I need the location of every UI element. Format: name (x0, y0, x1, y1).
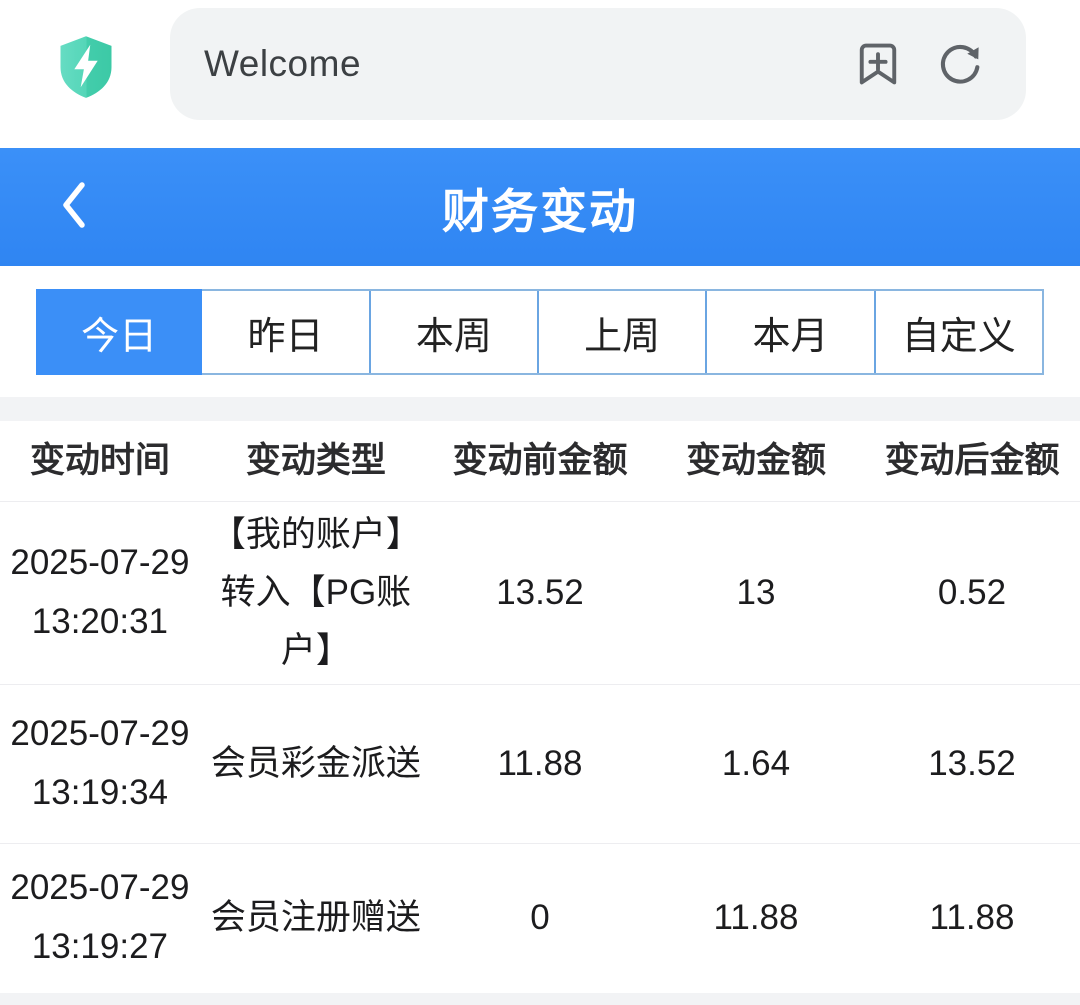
tab-this-week[interactable]: 本周 (371, 291, 539, 373)
tab-last-week[interactable]: 上周 (539, 291, 707, 373)
bookmark-add-icon[interactable] (852, 38, 904, 90)
tab-today[interactable]: 今日 (36, 289, 202, 375)
cell-amount-after: 11.88 (864, 889, 1080, 947)
cell-amount-before: 13.52 (432, 564, 648, 622)
table-header-row: 变动时间 变动类型 变动前金额 变动金额 变动后金额 (0, 421, 1080, 502)
back-button[interactable] (44, 148, 104, 266)
table-row: 2025-07-29 13:19:27 会员注册赠送 0 11.88 11.88 (0, 844, 1080, 992)
cell-change-time: 2025-07-29 13:19:34 (0, 705, 200, 823)
cell-amount-before: 0 (432, 889, 648, 947)
cell-change-amount: 13 (648, 564, 864, 622)
tab-this-month[interactable]: 本月 (707, 291, 875, 373)
col-header-change-time: 变动时间 (0, 432, 200, 490)
bottom-divider (0, 993, 1080, 1005)
browser-top-bar: Welcome (0, 0, 1080, 148)
finance-table: 变动时间 变动类型 变动前金额 变动金额 变动后金额 2025-07-29 13… (0, 421, 1080, 992)
address-bar-text: Welcome (204, 43, 852, 85)
tab-custom[interactable]: 自定义 (876, 291, 1042, 373)
cell-time: 13:20:31 (6, 593, 194, 652)
col-header-change-type: 变动类型 (200, 432, 432, 490)
cell-amount-after: 13.52 (864, 735, 1080, 793)
table-row: 2025-07-29 13:19:34 会员彩金派送 11.88 1.64 13… (0, 685, 1080, 844)
cell-date: 2025-07-29 (6, 534, 194, 593)
tabbar-wrap: 今日 昨日 本周 上周 本月 自定义 (0, 266, 1080, 397)
tab-yesterday[interactable]: 昨日 (202, 291, 370, 373)
refresh-icon[interactable] (934, 38, 986, 90)
cell-change-amount: 1.64 (648, 735, 864, 793)
cell-change-time: 2025-07-29 13:19:27 (0, 859, 200, 977)
col-header-change-amount: 变动金额 (648, 432, 864, 490)
cell-date: 2025-07-29 (6, 705, 194, 764)
cell-amount-after: 0.52 (864, 564, 1080, 622)
chevron-left-icon (56, 179, 92, 236)
cell-change-type: 会员注册赠送 (200, 889, 432, 947)
cell-change-time: 2025-07-29 13:20:31 (0, 534, 200, 652)
shield-lightning-icon (52, 30, 120, 102)
cell-time: 13:19:34 (6, 764, 194, 823)
table-row: 2025-07-29 13:20:31 【我的账户】转入【PG账户】 13.52… (0, 502, 1080, 685)
date-range-tabs: 今日 昨日 本周 上周 本月 自定义 (36, 289, 1044, 375)
cell-time: 13:19:27 (6, 918, 194, 977)
cell-change-type: 会员彩金派送 (200, 735, 432, 793)
col-header-amount-before: 变动前金额 (432, 432, 648, 490)
section-divider (0, 397, 1080, 421)
cell-amount-before: 11.88 (432, 735, 648, 793)
col-header-amount-after: 变动后金额 (864, 432, 1080, 490)
address-bar[interactable]: Welcome (170, 8, 1026, 120)
cell-date: 2025-07-29 (6, 859, 194, 918)
page-title: 财务变动 (0, 173, 1080, 242)
page-header: 财务变动 (0, 148, 1080, 266)
cell-change-type: 【我的账户】转入【PG账户】 (200, 506, 432, 679)
cell-change-amount: 11.88 (648, 889, 864, 947)
